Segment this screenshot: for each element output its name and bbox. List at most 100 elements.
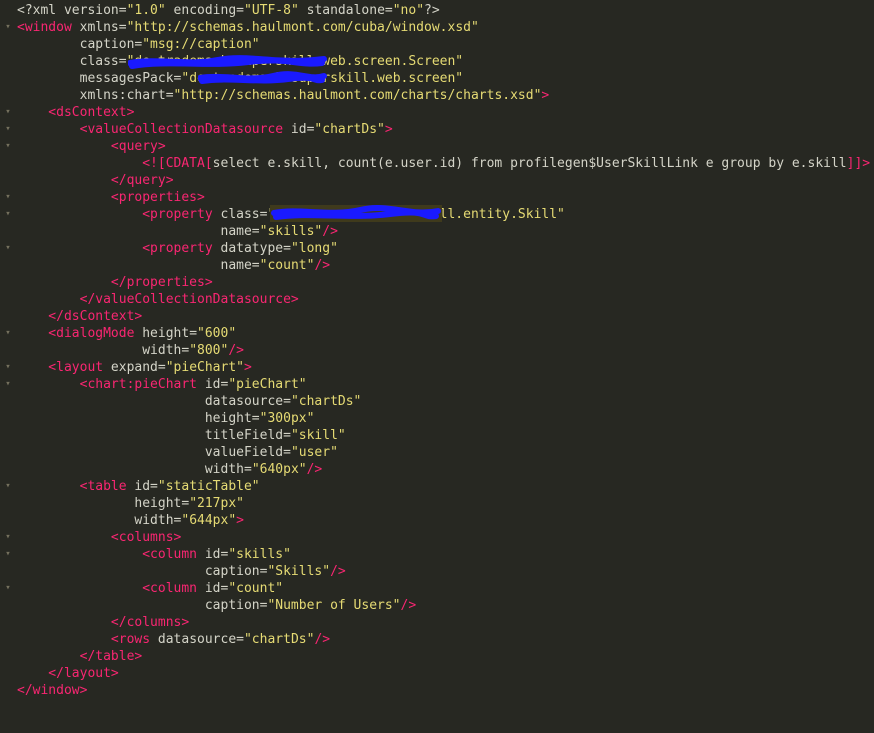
code-line[interactable]: <![CDATA[select e.skill, count(e.user.id… (0, 155, 874, 172)
code-line[interactable]: </table> (0, 648, 874, 665)
code-token: /> (228, 343, 244, 358)
code-text: width="640px"/> (17, 461, 322, 478)
code-line[interactable]: ▾ <valueCollectionDatasource id="chartDs… (0, 121, 874, 138)
fold-toggle-icon[interactable]: ▾ (3, 580, 13, 597)
code-line[interactable]: titleField="skill" (0, 427, 874, 444)
code-line[interactable]: xmlns:chart="http://schemas.haulmont.com… (0, 87, 874, 104)
code-token: <layout (17, 360, 104, 375)
code-text: caption="Number of Users"/> (17, 597, 416, 614)
code-line[interactable]: </valueCollectionDatasource> (0, 291, 874, 308)
code-line[interactable]: ▾ <column id="count" (0, 580, 874, 597)
code-text: datasource="chartDs" (17, 393, 362, 410)
code-line[interactable]: ▾ <dialogMode height="600" (0, 325, 874, 342)
code-text: caption="Skills"/> (17, 563, 346, 580)
code-line[interactable]: ▾ <window xmlns="http://schemas.haulmont.… (0, 19, 874, 36)
code-token: "chartDs" (314, 122, 385, 137)
fold-toggle-icon[interactable]: ▾ (3, 206, 13, 223)
code-token: "count" (228, 581, 284, 596)
code-text: </query> (17, 172, 174, 189)
code-text: <dsContext> (17, 104, 134, 121)
code-line[interactable]: </dsContext> (0, 308, 874, 325)
fold-toggle-icon[interactable]: ▾ (3, 359, 13, 376)
code-token: ?> (424, 3, 440, 18)
code-line[interactable]: ▾ <column id="skills" (0, 546, 874, 563)
code-token: id= (197, 377, 229, 392)
code-line[interactable]: width="644px"> (0, 512, 874, 529)
fold-toggle-icon[interactable]: ▾ (3, 546, 13, 563)
code-line[interactable]: caption="Number of Users"/> (0, 597, 874, 614)
code-token: <query> (17, 139, 166, 154)
code-line[interactable]: <rows datasource="chartDs"/> (0, 631, 874, 648)
code-line[interactable]: caption="msg://caption" (0, 36, 874, 53)
code-token: > (236, 513, 244, 528)
code-token: <property (17, 241, 213, 256)
code-token: "count" (259, 258, 315, 273)
code-line[interactable]: </layout> (0, 665, 874, 682)
fold-toggle-icon[interactable]: ▾ (3, 104, 13, 121)
fold-toggle-icon[interactable]: ▾ (3, 376, 13, 393)
code-token: "pieChart" (165, 360, 244, 375)
code-token: messagesPack= (17, 71, 182, 86)
code-editor[interactable]: <?xml version="1.0" encoding="UTF-8" sta… (0, 0, 874, 733)
code-line[interactable]: </columns> (0, 614, 874, 631)
fold-toggle-icon[interactable]: ▾ (3, 19, 13, 36)
code-line[interactable]: ▾ <property datatype="long" (0, 240, 874, 257)
fold-toggle-icon[interactable]: ▾ (3, 138, 13, 155)
code-token: /> (314, 258, 331, 273)
code-line[interactable]: ▾ <columns> (0, 529, 874, 546)
code-token: <property (17, 207, 213, 222)
code-line[interactable]: datasource="chartDs" (0, 393, 874, 410)
code-text: height="300px" (17, 410, 315, 427)
code-token: </layout> (17, 666, 119, 681)
code-line[interactable]: height="217px" (0, 495, 874, 512)
code-token: standalone= (298, 3, 393, 18)
code-line[interactable]: ▾ <dsContext> (0, 104, 874, 121)
code-token: expand= (103, 360, 166, 375)
fold-toggle-icon[interactable]: ▾ (3, 478, 13, 495)
code-line[interactable]: ▾ <properties> (0, 189, 874, 206)
code-token: select e.skill, count(e.user.id) from pr… (212, 156, 847, 171)
code-line[interactable]: <?xml version="1.0" encoding="UTF-8" sta… (0, 2, 874, 19)
fold-toggle-icon[interactable]: ▾ (3, 189, 13, 206)
code-line[interactable]: </query> (0, 172, 874, 189)
code-token: </table> (17, 649, 143, 664)
code-token: "long" (290, 241, 338, 256)
code-token: <column (17, 547, 198, 562)
code-line[interactable]: </window> (0, 682, 874, 699)
code-token: width= (17, 343, 190, 358)
code-line[interactable]: name="count"/> (0, 257, 874, 274)
code-text: titleField="skill" (17, 427, 346, 444)
code-line[interactable]: name="skills"/> (0, 223, 874, 240)
fold-toggle-icon[interactable]: ▾ (3, 529, 13, 546)
code-line[interactable]: ▾ <table id="staticTable" (0, 478, 874, 495)
code-line[interactable]: </properties> (0, 274, 874, 291)
code-token: <dsContext> (17, 105, 135, 120)
code-line[interactable]: caption="Skills"/> (0, 563, 874, 580)
code-token: height= (17, 411, 260, 426)
code-token: "640px" (251, 462, 307, 477)
fold-toggle-icon[interactable]: ▾ (3, 121, 13, 138)
code-text: </window> (17, 682, 87, 699)
code-line[interactable]: messagesPack="de.trademark.superskill.we… (0, 70, 874, 87)
code-line[interactable]: valueField="user" (0, 444, 874, 461)
code-token: xmlns:chart= (17, 88, 174, 103)
code-text: <dialogMode height="600" (17, 325, 236, 342)
code-line[interactable]: height="300px" (0, 410, 874, 427)
code-token: id= (197, 547, 229, 562)
code-token: class= (212, 207, 268, 222)
code-text: <query> (17, 138, 166, 155)
code-token: <valueCollectionDatasource (17, 122, 284, 137)
code-line[interactable]: width="800"/> (0, 342, 874, 359)
redaction-scribble-class (128, 55, 327, 69)
code-token: > (244, 360, 252, 375)
code-line[interactable]: ▾ <layout expand="pieChart"> (0, 359, 874, 376)
code-token: "msg://caption" (142, 37, 260, 52)
code-token: <dialogMode (17, 326, 135, 341)
code-text: <![CDATA[select e.skill, count(e.user.id… (17, 155, 870, 172)
code-line[interactable]: ▾ <query> (0, 138, 874, 155)
code-token: <window (17, 20, 72, 35)
fold-toggle-icon[interactable]: ▾ (3, 240, 13, 257)
fold-toggle-icon[interactable]: ▾ (3, 325, 13, 342)
code-line[interactable]: ▾ <chart:pieChart id="pieChart" (0, 376, 874, 393)
code-line[interactable]: width="640px"/> (0, 461, 874, 478)
